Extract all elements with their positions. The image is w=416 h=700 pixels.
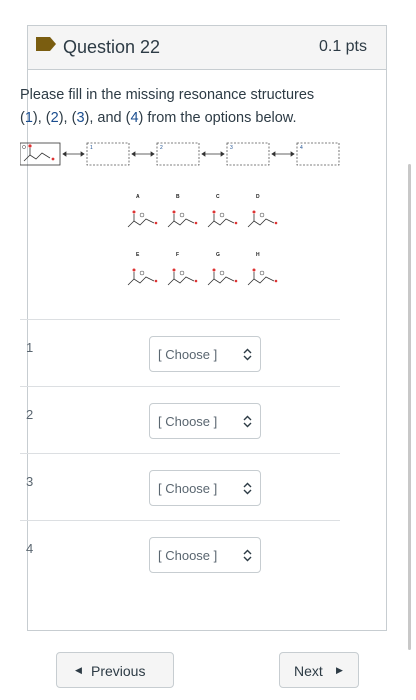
answer-select-4[interactable]: [ Choose ] xyxy=(149,537,261,573)
answer-select-3[interactable]: [ Choose ] xyxy=(149,470,261,506)
question-title: Question 22 xyxy=(63,37,161,57)
option-structure-f xyxy=(167,268,198,286)
prompt-num-2: 2 xyxy=(50,110,59,126)
option-label-d: D xyxy=(256,194,260,200)
answer-select-value: [ Choose ] xyxy=(158,414,218,429)
question-prompt: Please fill in the missing resonance str… xyxy=(20,87,315,126)
blank-box-4-label: 4 xyxy=(300,145,303,151)
answer-table: 1 [ Choose ] 2 [ Choose ] 3 [ Choose ] 4… xyxy=(20,319,340,587)
blank-box-2 xyxy=(156,142,200,166)
answer-select-1[interactable]: [ Choose ] xyxy=(149,336,261,372)
answer-row-label: 1 xyxy=(26,340,34,355)
resonance-arrow xyxy=(62,151,85,157)
previous-button[interactable]: ◀ Previous xyxy=(56,652,174,688)
resonance-arrow xyxy=(201,151,225,157)
option-label-f: F xyxy=(176,252,179,258)
next-label: Next xyxy=(294,663,323,679)
bookmark-flag-icon[interactable] xyxy=(36,37,56,51)
answer-row-label: 2 xyxy=(26,407,34,422)
option-structure-c xyxy=(207,210,238,228)
option-structure-d xyxy=(247,210,278,228)
answer-select-2[interactable]: [ Choose ] xyxy=(149,403,261,439)
prompt-tail: from the options below. xyxy=(147,110,297,126)
resonance-options-figure: A B C D E F G H xyxy=(127,194,278,286)
blank-box-3-label: 3 xyxy=(230,145,233,151)
previous-label: Previous xyxy=(91,663,146,679)
select-caret-icon xyxy=(243,549,252,562)
select-caret-icon xyxy=(243,482,252,495)
given-structure xyxy=(20,142,61,166)
answer-select-value: [ Choose ] xyxy=(158,548,218,563)
answer-select-value: [ Choose ] xyxy=(158,347,218,362)
triangle-left-icon: ◀ xyxy=(75,665,82,675)
option-structure-a xyxy=(127,210,158,228)
option-label-c: C xyxy=(216,194,220,200)
next-button[interactable]: Next ▶ xyxy=(279,652,359,688)
question-header: Question 22 0.1 pts xyxy=(28,26,386,70)
option-label-a: A xyxy=(136,194,140,200)
blank-box-3 xyxy=(226,142,270,166)
blank-box-4 xyxy=(296,142,340,166)
answer-row-label: 4 xyxy=(26,541,34,556)
prompt-num-4: 4 xyxy=(130,110,139,126)
page-scrollbar[interactable] xyxy=(408,164,411,650)
blank-box-1-label: 1 xyxy=(90,145,93,151)
select-caret-icon xyxy=(243,415,252,428)
answer-row-3: 3 [ Choose ] xyxy=(20,453,340,520)
blank-box-1 xyxy=(86,142,130,166)
question-points: 0.1 pts xyxy=(318,38,367,55)
answer-row-label: 3 xyxy=(26,474,34,489)
option-label-h: H xyxy=(256,252,260,258)
option-label-g: G xyxy=(216,252,220,258)
resonance-arrow xyxy=(131,151,155,157)
option-structure-e xyxy=(127,268,158,286)
option-label-b: B xyxy=(176,194,180,200)
option-structure-h xyxy=(247,268,278,286)
prompt-num-3: 3 xyxy=(76,110,85,126)
option-structure-b xyxy=(167,210,198,228)
option-label-e: E xyxy=(136,252,140,258)
blank-box-2-label: 2 xyxy=(160,145,163,151)
answer-select-value: [ Choose ] xyxy=(158,481,218,496)
answer-row-4: 4 [ Choose ] xyxy=(20,520,340,587)
answer-row-1: 1 [ Choose ] xyxy=(20,319,340,386)
resonance-arrow xyxy=(271,151,295,157)
option-structure-g xyxy=(207,268,238,286)
triangle-right-icon: ▶ xyxy=(336,665,343,675)
prompt-text: Please fill in the missing resonance str… xyxy=(20,87,315,103)
select-caret-icon xyxy=(243,348,252,361)
answer-row-2: 2 [ Choose ] xyxy=(20,386,340,453)
prompt-num-1: 1 xyxy=(24,110,33,126)
resonance-chain-figure: 1 2 3 4 xyxy=(20,142,340,166)
